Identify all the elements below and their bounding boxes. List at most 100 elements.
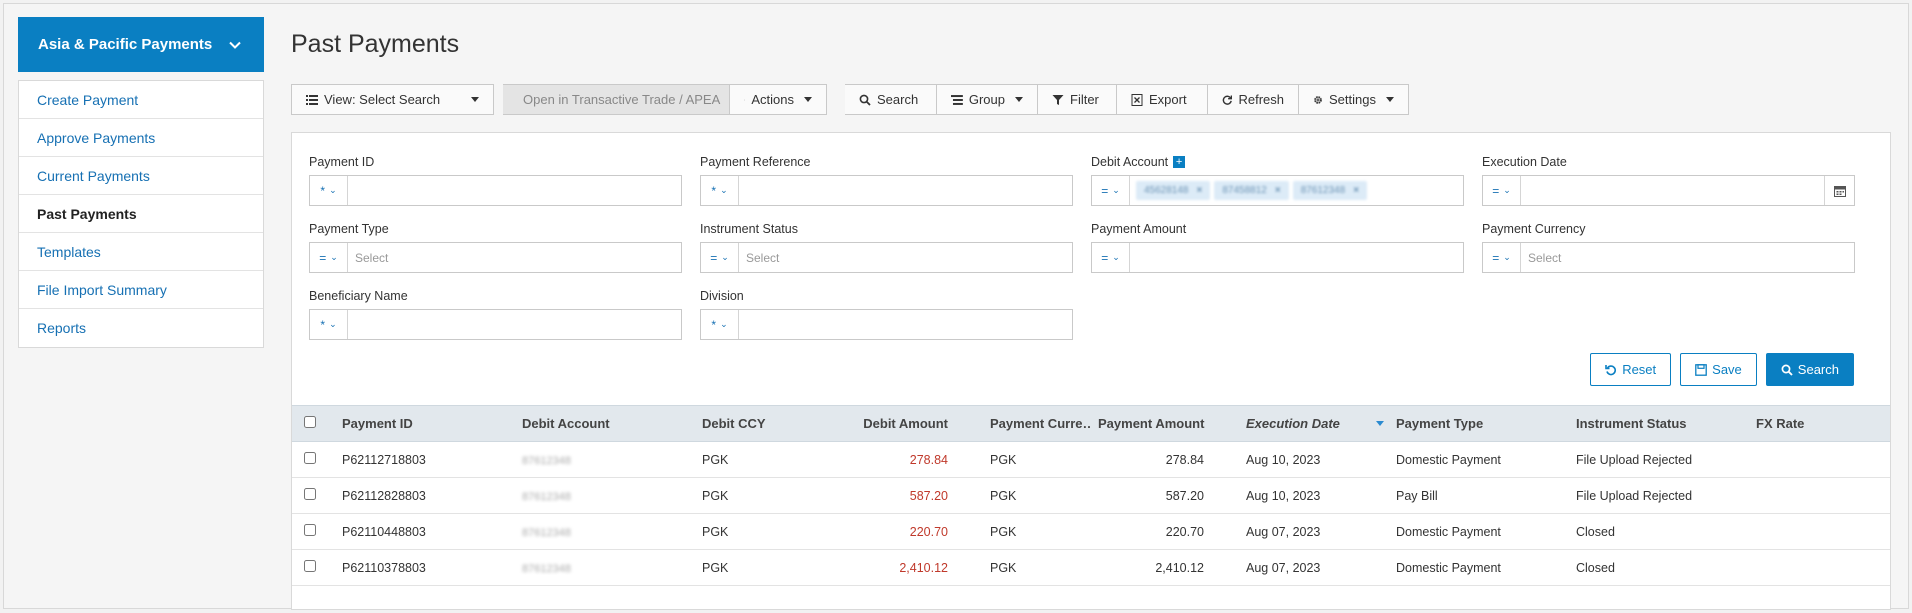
- save-icon: [1695, 363, 1708, 376]
- execution-date-input[interactable]: [1521, 176, 1824, 205]
- masked-account-number: 87612348: [522, 454, 571, 467]
- column-header-instrument-status[interactable]: Instrument Status: [1570, 416, 1750, 431]
- payment-reference-operator[interactable]: * ⌄: [701, 176, 739, 205]
- export-label: Export: [1149, 92, 1187, 107]
- payment-id-input[interactable]: [348, 176, 681, 205]
- division-input[interactable]: [739, 310, 1072, 339]
- payment-amount-input[interactable]: [1130, 243, 1463, 272]
- cell-execution-date: Aug 07, 2023: [1246, 560, 1321, 575]
- column-header-execution-date[interactable]: Execution Date: [1210, 416, 1390, 431]
- column-header-fx-rate[interactable]: FX Rate: [1750, 416, 1870, 431]
- chevron-down-icon: ⌄: [720, 185, 728, 195]
- table-row[interactable]: P62112828803 87612348 PGK 587.20 PGK 587.20 Au…: [292, 478, 1890, 514]
- row-checkbox[interactable]: [304, 452, 316, 464]
- payment-currency-operator[interactable]: = ⌄: [1483, 243, 1521, 272]
- payment-reference-input[interactable]: [739, 176, 1072, 205]
- operator-symbol: *: [711, 317, 717, 332]
- column-header-payment-type[interactable]: Payment Type: [1390, 416, 1570, 431]
- export-button[interactable]: Export: [1117, 84, 1208, 115]
- select-all-checkbox[interactable]: [304, 416, 316, 428]
- table-row[interactable]: P62112718803 87612348 PGK 278.84 PGK 278.84 Au…: [292, 442, 1890, 478]
- calendar-button[interactable]: [1824, 176, 1854, 205]
- execution-date-operator[interactable]: = ⌄: [1483, 176, 1521, 205]
- table-row[interactable]: P62110448803 87612348 PGK 220.70 PGK 220.70 Au…: [292, 514, 1890, 550]
- sidebar-item-current-payments[interactable]: Current Payments: [19, 157, 263, 195]
- cell-payment-currency: PGK: [990, 488, 1017, 503]
- debit-account-chip[interactable]: 87612348 ×: [1292, 181, 1368, 200]
- sidebar-item-past-payments[interactable]: Past Payments: [19, 195, 263, 233]
- search-label: Search: [1797, 362, 1839, 377]
- cell-payment-id[interactable]: P62110448803: [336, 525, 516, 539]
- save-button[interactable]: Save: [1680, 353, 1757, 386]
- form-actions: Reset Save Search: [1590, 353, 1854, 386]
- chevron-down-icon: ⌄: [330, 252, 338, 262]
- cell-payment-currency: PGK: [990, 524, 1017, 539]
- caret-down-icon: [1386, 97, 1394, 102]
- cell-payment-id[interactable]: P62110378803: [336, 561, 516, 575]
- cell-payment-id[interactable]: P62112828803: [336, 489, 516, 503]
- cell-payment-id[interactable]: P62112718803: [336, 453, 516, 467]
- instrument-status-operator[interactable]: = ⌄: [701, 243, 739, 272]
- cell-debit-account: 87612348: [516, 525, 696, 539]
- column-header-debit-account[interactable]: Debit Account: [516, 416, 696, 431]
- view-select-button[interactable]: View: Select Search: [291, 84, 494, 115]
- reset-button[interactable]: Reset: [1590, 353, 1672, 386]
- debit-account-input[interactable]: 45628148 × 87458812 × 87612348 ×: [1130, 176, 1463, 205]
- plus-icon[interactable]: +: [1173, 156, 1186, 168]
- payment-id-operator[interactable]: * ⌄: [310, 176, 348, 205]
- column-header-payment-amount[interactable]: Payment Amount: [1092, 416, 1210, 431]
- payment-amount-operator[interactable]: = ⌄: [1092, 243, 1130, 272]
- payment-amount-field: Payment Amount = ⌄: [1091, 222, 1464, 273]
- save-label: Save: [1712, 362, 1742, 377]
- payment-amount-box: = ⌄: [1091, 242, 1464, 273]
- close-icon[interactable]: ×: [1275, 185, 1281, 196]
- row-checkbox[interactable]: [304, 560, 316, 572]
- beneficiary-name-operator[interactable]: * ⌄: [310, 310, 348, 339]
- app-frame: Asia & Pacific Payments Create Payment Ap…: [3, 3, 1909, 610]
- group-button[interactable]: Group: [937, 84, 1038, 115]
- sidebar-item-file-import-summary[interactable]: File Import Summary: [19, 271, 263, 309]
- sidebar-item-reports[interactable]: Reports: [19, 309, 263, 347]
- chip-label: 87612348: [1300, 185, 1346, 196]
- sidebar-item-templates[interactable]: Templates: [19, 233, 263, 271]
- instrument-status-select[interactable]: Select: [739, 243, 1072, 272]
- payment-type-select[interactable]: Select: [348, 243, 681, 272]
- settings-label: Settings: [1329, 92, 1376, 107]
- close-icon[interactable]: ×: [1353, 185, 1359, 196]
- debit-account-operator[interactable]: = ⌄: [1092, 176, 1130, 205]
- operator-symbol: *: [320, 183, 326, 198]
- cell-payment-amount: 278.84: [1165, 452, 1204, 467]
- column-header-debit-amount[interactable]: Debit Amount: [824, 416, 954, 431]
- payment-type-operator[interactable]: = ⌄: [310, 243, 348, 272]
- payment-reference-field: Payment Reference * ⌄: [700, 155, 1073, 206]
- column-header-debit-ccy[interactable]: Debit CCY: [696, 416, 824, 431]
- caret-down-icon: [804, 97, 812, 102]
- cell-payment-amount: 2,410.12: [1155, 560, 1204, 575]
- debit-account-chip[interactable]: 87458812 ×: [1214, 181, 1289, 200]
- cell-payment-currency: PGK: [990, 560, 1017, 575]
- division-operator[interactable]: * ⌄: [701, 310, 739, 339]
- refresh-button[interactable]: Refresh: [1208, 84, 1299, 115]
- column-header-payment-currency[interactable]: Payment Curre…: [954, 416, 1092, 431]
- column-header-payment-id[interactable]: Payment ID: [336, 416, 516, 431]
- debit-account-chip[interactable]: 45628148 ×: [1136, 181, 1211, 200]
- sidebar-item-create-payment[interactable]: Create Payment: [19, 81, 263, 119]
- row-checkbox[interactable]: [304, 524, 316, 536]
- sidebar-item-approve-payments[interactable]: Approve Payments: [19, 119, 263, 157]
- payment-currency-select[interactable]: Select: [1521, 243, 1854, 272]
- table-row[interactable]: P62110378803 87612348 PGK 2,410.12 PGK 2,410.…: [292, 550, 1890, 586]
- actions-button[interactable]: Actions: [730, 84, 827, 115]
- beneficiary-name-input[interactable]: [348, 310, 681, 339]
- open-transactive-trade-button[interactable]: Open in Transactive Trade / APEA: [503, 84, 730, 115]
- debit-account-field: Debit Account + = ⌄ 45628148 × 87458812 × 8…: [1091, 155, 1464, 206]
- filter-button[interactable]: Filter: [1038, 84, 1117, 115]
- close-icon[interactable]: ×: [1197, 185, 1203, 196]
- select-all-cell: [292, 416, 336, 431]
- payment-id-box: * ⌄: [309, 175, 682, 206]
- toolbar-search-button[interactable]: Search: [845, 84, 937, 115]
- sidebar-header-dropdown[interactable]: Asia & Pacific Payments: [18, 17, 264, 72]
- page-title: Past Payments: [291, 30, 460, 58]
- row-checkbox[interactable]: [304, 488, 316, 500]
- settings-button[interactable]: Settings: [1299, 84, 1409, 115]
- search-button[interactable]: Search: [1765, 353, 1854, 386]
